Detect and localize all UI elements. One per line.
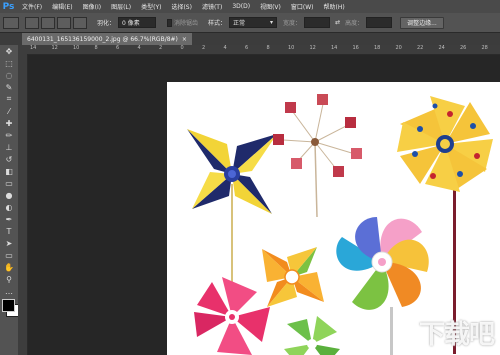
menu-view[interactable]: 视图(V) bbox=[255, 2, 286, 11]
ruler-tick-label: 14 bbox=[331, 45, 338, 51]
eraser-tool-icon[interactable]: ◧ bbox=[0, 165, 18, 177]
ruler-tick-label: 4 bbox=[137, 45, 141, 51]
type-tool-icon[interactable]: T bbox=[0, 225, 18, 237]
style-label: 样式： bbox=[208, 20, 227, 27]
antialias-checkbox[interactable] bbox=[167, 18, 173, 27]
menu-edit[interactable]: 编辑(E) bbox=[47, 2, 77, 11]
menu-layer[interactable]: 图层(L) bbox=[106, 2, 136, 11]
color-swatches bbox=[0, 297, 19, 321]
ruler-tick-label: 22 bbox=[417, 45, 424, 51]
crop-tool-icon[interactable]: ⌗ bbox=[0, 93, 18, 105]
swap-icon[interactable]: ⇄ bbox=[335, 19, 340, 26]
ruler-tick-label: 2 bbox=[159, 45, 163, 51]
photoshop-logo: Ps bbox=[2, 1, 15, 12]
options-bar: 羽化： 0 像素 消除锯齿 样式： 正常 ▾ 宽度： ⇄ 高度： 调整边缘... bbox=[0, 13, 500, 33]
toolbox: ✥ ⬚ ◌ ✎ ⌗ ⁄ ✚ ✏ ⊥ ↺ ◧ ▭ ● ◐ ✒ T ➤ ▭ ✋ ⚲ … bbox=[0, 45, 19, 355]
document-tab-title: 6400131_165136159000_2.jpg @ 66.7%(RGB/8… bbox=[27, 35, 178, 43]
healing-brush-icon[interactable]: ✚ bbox=[0, 117, 18, 129]
dodge-tool-icon[interactable]: ◐ bbox=[0, 201, 18, 213]
ruler-tick-label: 0 bbox=[180, 45, 184, 51]
pinwheel-yellow-navy bbox=[187, 129, 277, 284]
shape-tool-icon[interactable]: ▭ bbox=[0, 249, 18, 261]
menu-file[interactable]: 文件(F) bbox=[17, 2, 47, 11]
pinwheel-pink bbox=[194, 277, 270, 355]
menu-type[interactable]: 类型(Y) bbox=[136, 2, 166, 11]
ruler-tick-label: 8 bbox=[266, 45, 270, 51]
chevron-down-icon: ▾ bbox=[270, 19, 274, 26]
more-tools-icon[interactable]: … bbox=[0, 285, 18, 297]
ruler-tick-label: 18 bbox=[374, 45, 381, 51]
new-selection-icon[interactable] bbox=[25, 16, 39, 29]
height-label: 高度： bbox=[345, 20, 364, 27]
zoom-tool-icon[interactable]: ⚲ bbox=[0, 273, 18, 285]
marquee-tool-icon[interactable]: ⬚ bbox=[0, 57, 18, 69]
menu-image[interactable]: 图像(I) bbox=[78, 2, 106, 11]
ruler-tick-label: 28 bbox=[481, 45, 488, 51]
refine-edge-button[interactable]: 调整边缘... bbox=[400, 16, 444, 29]
lasso-tool-icon[interactable]: ◌ bbox=[0, 69, 18, 81]
menu-window[interactable]: 窗口(W) bbox=[286, 2, 319, 11]
pinwheel-orange-green bbox=[262, 247, 324, 307]
style-select[interactable]: 正常 ▾ bbox=[229, 17, 278, 28]
ruler-tick-label: 16 bbox=[352, 45, 359, 51]
menu-filter[interactable]: 滤镜(T) bbox=[197, 2, 227, 11]
menu-help[interactable]: 帮助(H) bbox=[319, 2, 350, 11]
ruler-tick-label: 26 bbox=[460, 45, 467, 51]
height-input[interactable] bbox=[366, 17, 393, 28]
foreground-color-swatch[interactable] bbox=[2, 299, 15, 312]
width-label: 宽度： bbox=[283, 20, 302, 27]
gradient-tool-icon[interactable]: ▭ bbox=[0, 177, 18, 189]
ruler-tick-label: 12 bbox=[309, 45, 316, 51]
ruler-tick-label: 6 bbox=[245, 45, 249, 51]
antialias-label: 消除锯齿 bbox=[174, 20, 199, 27]
pinwheel-rainbow bbox=[336, 217, 429, 355]
path-select-icon[interactable]: ➤ bbox=[0, 237, 18, 249]
ruler-tick-label: 6 bbox=[116, 45, 120, 51]
document-canvas[interactable]: 下载吧 bbox=[167, 82, 500, 355]
brush-tool-icon[interactable]: ✏ bbox=[0, 129, 18, 141]
horizontal-ruler: 14 12 10 8 6 4 2 0 2 4 6 8 10 12 14 16 18 20 22 24 26 28 bbox=[18, 45, 500, 55]
feather-label: 羽化： bbox=[97, 20, 116, 27]
ruler-tick-label: 14 bbox=[30, 45, 37, 51]
ruler-tick-label: 4 bbox=[223, 45, 227, 51]
pen-tool-icon[interactable]: ✒ bbox=[0, 213, 18, 225]
pinwheel-green bbox=[284, 316, 340, 355]
move-tool-icon[interactable]: ✥ bbox=[0, 45, 18, 57]
hand-tool-icon[interactable]: ✋ bbox=[0, 261, 18, 273]
ruler-tick-label: 8 bbox=[94, 45, 98, 51]
menu-3d[interactable]: 3D(D) bbox=[227, 3, 255, 10]
quick-select-tool-icon[interactable]: ✎ bbox=[0, 81, 18, 93]
ruler-tick-label: 2 bbox=[202, 45, 206, 51]
pinwheel-red-flags bbox=[273, 94, 362, 218]
ruler-tick-label: 10 bbox=[73, 45, 80, 51]
width-input[interactable] bbox=[304, 17, 331, 28]
clone-stamp-icon[interactable]: ⊥ bbox=[0, 141, 18, 153]
ruler-tick-label: 24 bbox=[438, 45, 445, 51]
ruler-tick-label: 20 bbox=[395, 45, 402, 51]
ruler-tick-label: 12 bbox=[51, 45, 58, 51]
blur-tool-icon[interactable]: ● bbox=[0, 189, 18, 201]
menu-bar: Ps 文件(F) 编辑(E) 图像(I) 图层(L) 类型(Y) 选择(S) 滤… bbox=[0, 0, 500, 13]
watermark-text: 下载吧 bbox=[418, 320, 495, 350]
menu-select[interactable]: 选择(S) bbox=[166, 2, 197, 11]
close-icon[interactable]: × bbox=[182, 36, 187, 43]
history-brush-icon[interactable]: ↺ bbox=[0, 153, 18, 165]
subtract-selection-icon[interactable] bbox=[57, 16, 71, 29]
intersect-selection-icon[interactable] bbox=[73, 16, 87, 29]
style-select-value: 正常 bbox=[233, 20, 246, 27]
marquee-tool-preset-icon[interactable] bbox=[3, 16, 19, 29]
eyedropper-tool-icon[interactable]: ⁄ bbox=[0, 105, 18, 117]
document-tab-bar: 6400131_165136159000_2.jpg @ 66.7%(RGB/8… bbox=[0, 33, 500, 45]
ruler-tick-label: 10 bbox=[288, 45, 295, 51]
document-tab[interactable]: 6400131_165136159000_2.jpg @ 66.7%(RGB/8… bbox=[22, 33, 192, 45]
vertical-ruler bbox=[18, 54, 28, 355]
add-selection-icon[interactable] bbox=[41, 16, 55, 29]
feather-input[interactable]: 0 像素 bbox=[118, 17, 157, 28]
